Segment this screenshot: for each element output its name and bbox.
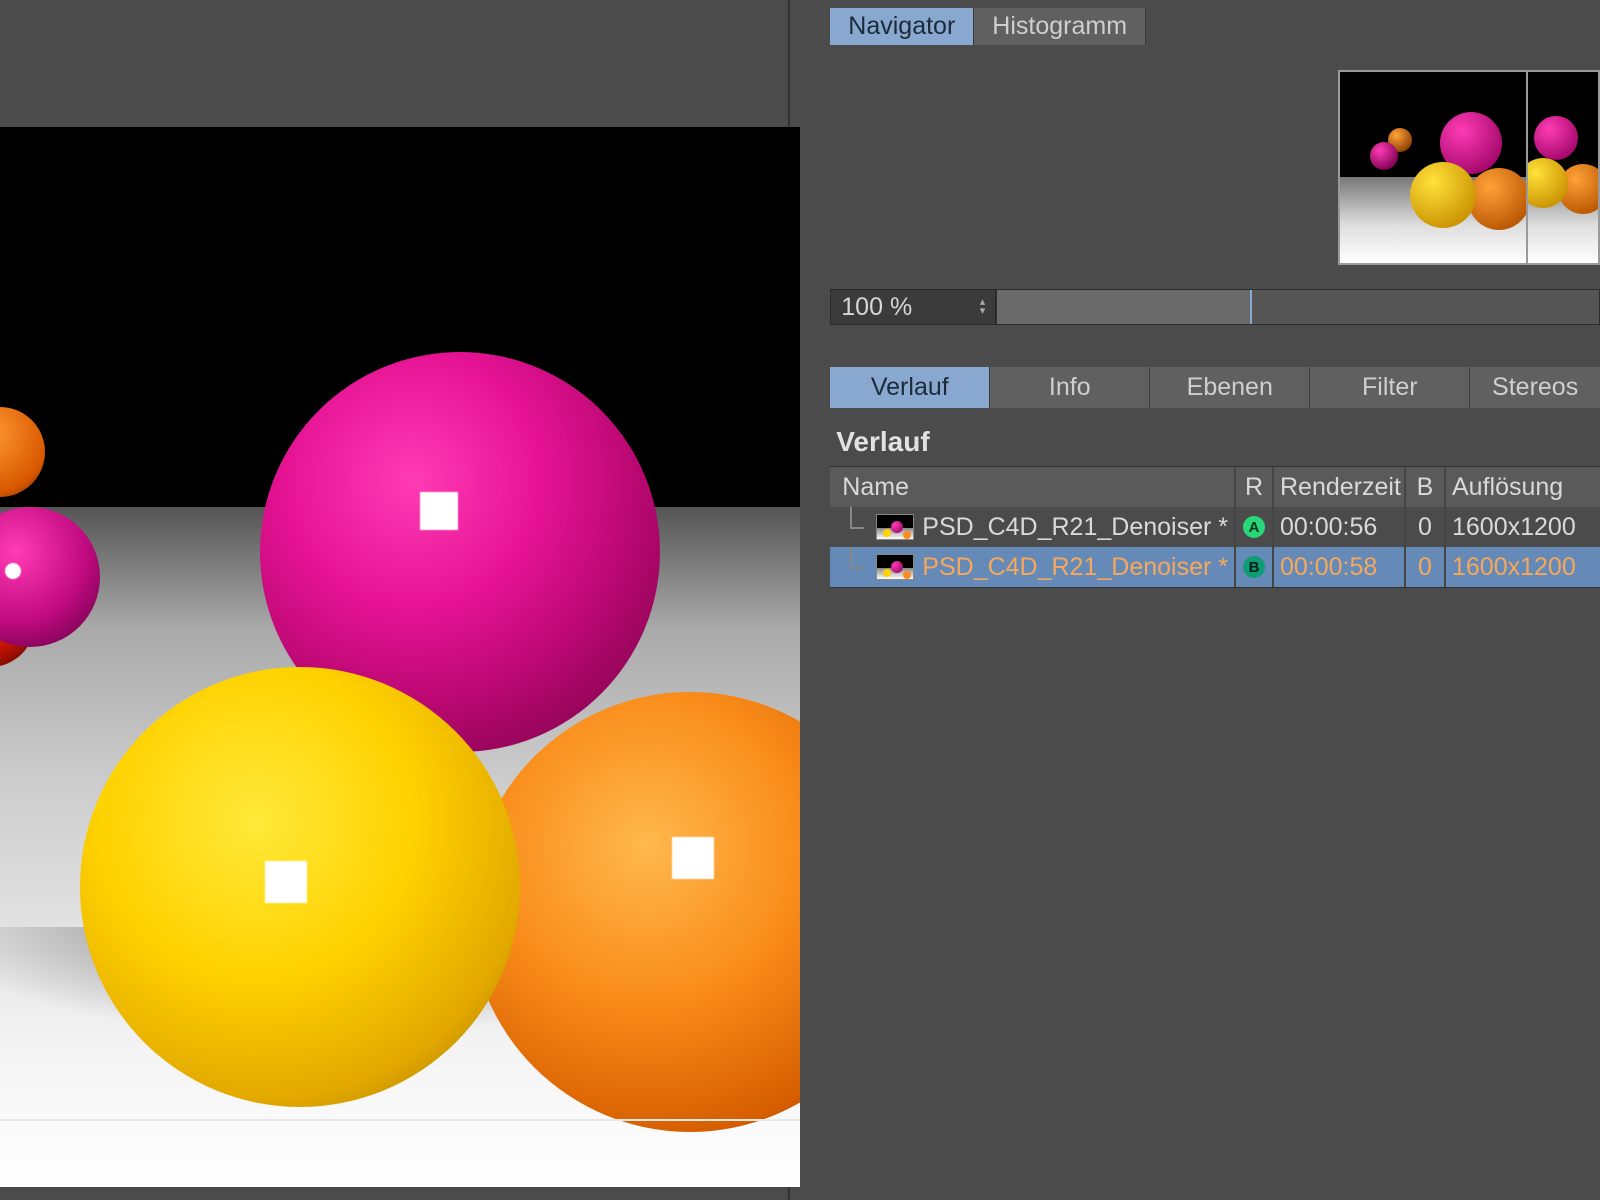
zoom-value: 100 %: [841, 293, 912, 322]
tree-connector-icon: [844, 507, 868, 547]
row-name: PSD_C4D_R21_Denoiser *: [922, 553, 1228, 582]
zoom-slider[interactable]: [996, 289, 1600, 325]
table-row[interactable]: PSD_C4D_R21_Denoiser * B 00:00:58 0 1600…: [830, 547, 1600, 587]
render-image[interactable]: [0, 127, 800, 1187]
sphere-far-orange: [0, 407, 45, 497]
tree-connector-icon: [844, 547, 868, 587]
render-viewport: [0, 0, 788, 1200]
navigator-preview: [830, 57, 1600, 277]
tab-stereos[interactable]: Stereos: [1470, 367, 1600, 408]
row-rendertime: 00:00:56: [1274, 507, 1406, 547]
section-title: Verlauf: [836, 426, 1600, 458]
row-b: 0: [1406, 547, 1446, 587]
col-r[interactable]: R: [1236, 467, 1274, 507]
zoom-stepper[interactable]: ▴ ▾: [980, 298, 986, 316]
col-b[interactable]: B: [1406, 467, 1446, 507]
row-rendertime: 00:00:58: [1274, 547, 1406, 587]
zoom-input[interactable]: 100 % ▴ ▾: [830, 289, 996, 325]
navigator-tabs: Navigator Histogramm: [830, 8, 1600, 45]
ab-badge-a[interactable]: A: [1243, 516, 1265, 538]
ab-compare-line[interactable]: [0, 1119, 800, 1121]
navigator-thumb-b[interactable]: [1528, 70, 1600, 265]
history-table: Name R Renderzeit B Auflösung PSD_C4D_R2…: [830, 466, 1600, 588]
sphere-yellow: [80, 667, 520, 1107]
row-resolution: 1600x1200: [1446, 547, 1600, 587]
tab-navigator[interactable]: Navigator: [830, 8, 974, 45]
table-row[interactable]: PSD_C4D_R21_Denoiser * A 00:00:56 0 1600…: [830, 507, 1600, 547]
col-aufloesung[interactable]: Auflösung: [1446, 467, 1600, 507]
tab-histogram[interactable]: Histogramm: [974, 8, 1146, 45]
col-name[interactable]: Name: [830, 467, 1236, 507]
zoom-slider-handle[interactable]: [1250, 290, 1252, 324]
row-thumbnail: [876, 514, 914, 540]
chevron-down-icon[interactable]: ▾: [980, 307, 986, 316]
tab-ebenen[interactable]: Ebenen: [1150, 367, 1310, 408]
table-header: Name R Renderzeit B Auflösung: [830, 467, 1600, 507]
col-renderzeit[interactable]: Renderzeit: [1274, 467, 1406, 507]
row-resolution: 1600x1200: [1446, 507, 1600, 547]
history-tabs: Verlauf Info Ebenen Filter Stereos: [830, 367, 1600, 408]
side-panel: Navigator Histogramm 100 % ▴ ▾: [788, 0, 1600, 1200]
tab-info[interactable]: Info: [990, 367, 1150, 408]
row-name: PSD_C4D_R21_Denoiser *: [922, 513, 1228, 542]
tab-filter[interactable]: Filter: [1310, 367, 1470, 408]
navigator-thumb-a[interactable]: [1338, 70, 1528, 265]
zoom-row: 100 % ▴ ▾: [830, 289, 1600, 325]
tab-verlauf[interactable]: Verlauf: [830, 367, 990, 408]
row-b: 0: [1406, 507, 1446, 547]
ab-badge-b[interactable]: B: [1243, 556, 1265, 578]
row-thumbnail: [876, 554, 914, 580]
